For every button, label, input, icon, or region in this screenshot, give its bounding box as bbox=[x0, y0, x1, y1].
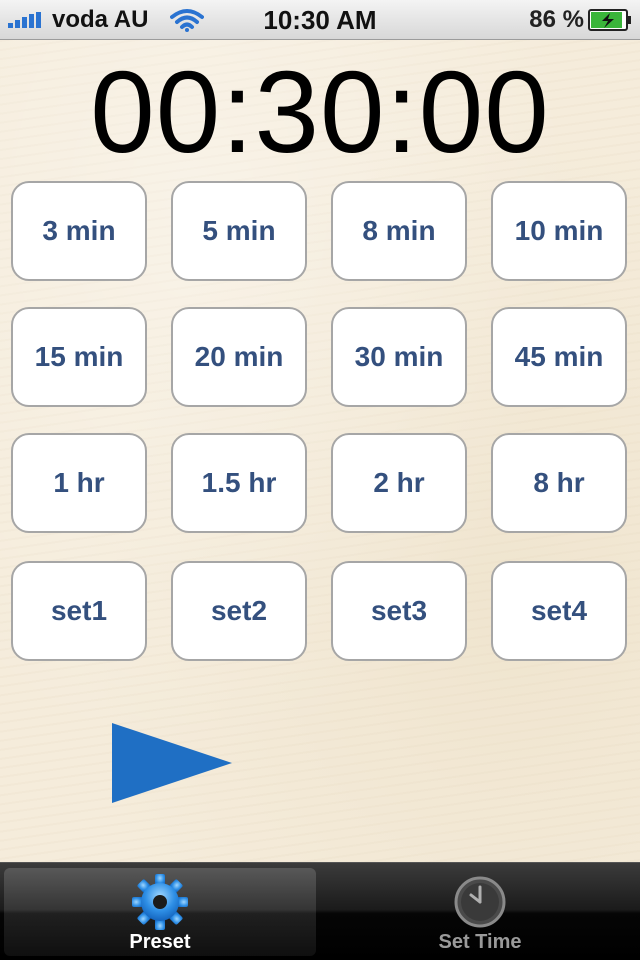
clock-icon bbox=[454, 876, 506, 928]
main-content: 00:30:00 3 min 5 min 8 min 10 min 15 min… bbox=[0, 40, 640, 862]
preset-button-5-min[interactable]: 5 min bbox=[171, 181, 307, 281]
tab-preset[interactable]: Preset bbox=[4, 868, 316, 956]
preset-button-30-min[interactable]: 30 min bbox=[331, 307, 467, 407]
preset-button-20-min[interactable]: 20 min bbox=[171, 307, 307, 407]
preset-button-1-5-hr[interactable]: 1.5 hr bbox=[171, 433, 307, 533]
preset-button-3-min[interactable]: 3 min bbox=[11, 181, 147, 281]
tab-bar: Preset Set Time bbox=[0, 862, 640, 960]
battery-percent: 86 % bbox=[529, 6, 584, 33]
custom-set-button-4[interactable]: set4 bbox=[491, 561, 627, 661]
preset-button-15-min[interactable]: 15 min bbox=[11, 307, 147, 407]
preset-button-2-hr[interactable]: 2 hr bbox=[331, 433, 467, 533]
custom-set-button-3[interactable]: set3 bbox=[331, 561, 467, 661]
preset-button-45-min[interactable]: 45 min bbox=[491, 307, 627, 407]
timer-display: 00:30:00 bbox=[90, 47, 550, 177]
preset-button-8-min[interactable]: 8 min bbox=[331, 181, 467, 281]
preset-button-8-hr[interactable]: 8 hr bbox=[491, 433, 627, 533]
battery-charging-icon bbox=[588, 9, 631, 31]
gear-icon bbox=[132, 874, 188, 930]
preset-button-10-min[interactable]: 10 min bbox=[491, 181, 627, 281]
status-bar: voda AU 10:30 AM 86 % bbox=[0, 0, 640, 40]
tab-set-time[interactable]: Set Time bbox=[324, 868, 636, 956]
preset-button-1-hr[interactable]: 1 hr bbox=[11, 433, 147, 533]
tab-label-preset: Preset bbox=[129, 931, 191, 953]
custom-set-button-2[interactable]: set2 bbox=[171, 561, 307, 661]
tab-label-set-time: Set Time bbox=[438, 931, 522, 953]
play-icon[interactable] bbox=[112, 723, 232, 803]
custom-set-button-1[interactable]: set1 bbox=[11, 561, 147, 661]
